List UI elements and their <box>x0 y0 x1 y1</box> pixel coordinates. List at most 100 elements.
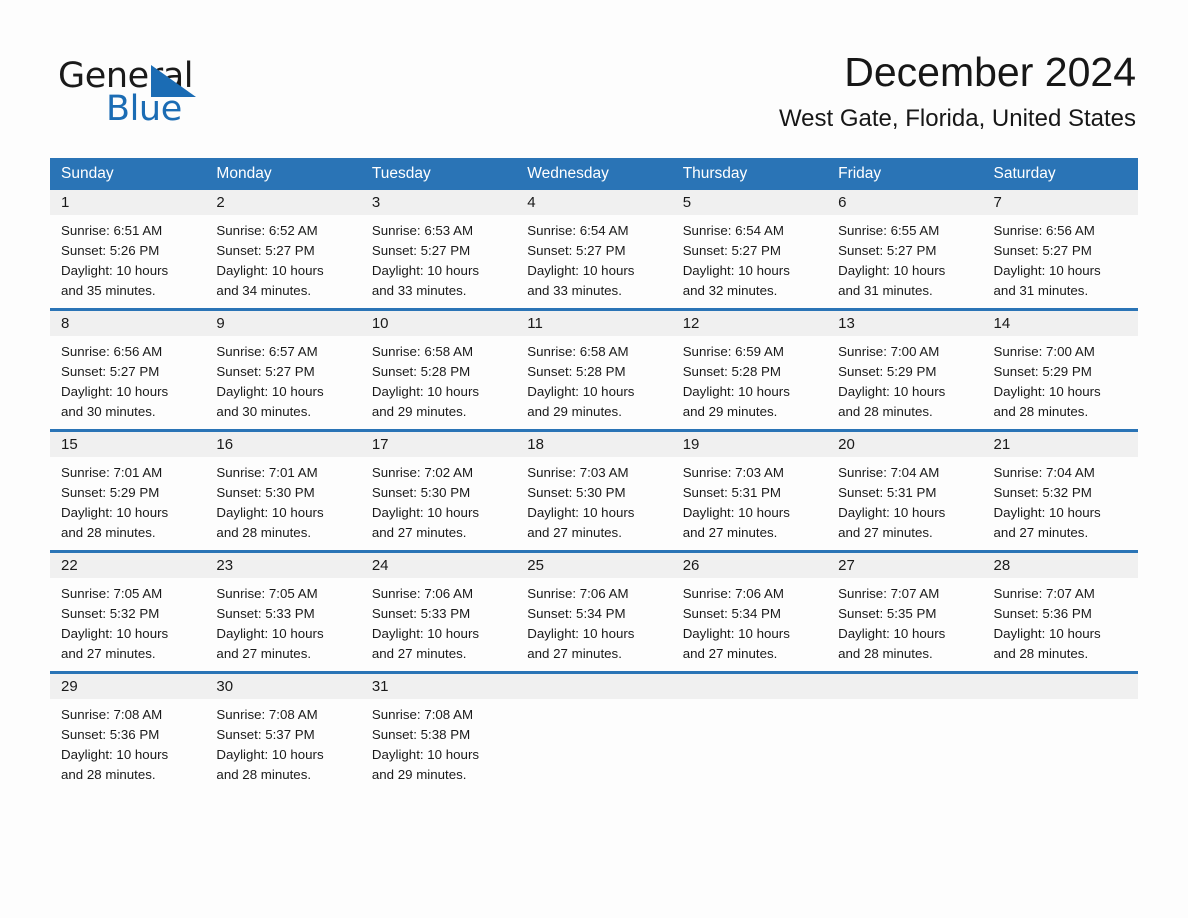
weekday-header-wednesday: Wednesday <box>527 165 609 182</box>
calendar-day-info: Sunrise: 7:02 AM Sunset: 5:30 PM Daylight:… <box>361 457 516 543</box>
daylight-text-line1: Daylight: 10 hours <box>993 505 1101 520</box>
calendar-day-cell[interactable]: 4 Sunrise: 6:54 AM Sunset: 5:27 PM Daylight… <box>516 190 672 303</box>
calendar-table: Sunday Monday Tuesday Wednesday Thursday… <box>50 158 1138 787</box>
sunset-text: Sunset: 5:27 PM <box>216 364 315 379</box>
calendar-day-cell[interactable]: 19 Sunrise: 7:03 AM Sunset: 5:31 PM Dayligh… <box>671 432 828 545</box>
daylight-text-line1: Daylight: 10 hours <box>993 626 1101 641</box>
calendar-day-info <box>672 699 827 705</box>
calendar-day-number: 25 <box>516 553 672 578</box>
calendar-day-cell[interactable]: 15 Sunrise: 7:01 AM Sunset: 5:29 PM Dayligh… <box>50 432 206 545</box>
calendar-day-cell[interactable]: 2 Sunrise: 6:52 AM Sunset: 5:27 PM Daylight… <box>205 190 361 303</box>
calendar-day-info: Sunrise: 7:03 AM Sunset: 5:31 PM Daylight:… <box>672 457 827 543</box>
daylight-text-line1: Daylight: 10 hours <box>61 384 169 399</box>
calendar-day-number: 5 <box>671 190 828 215</box>
calendar-day-info: Sunrise: 6:58 AM Sunset: 5:28 PM Daylight:… <box>361 336 516 422</box>
calendar-day-cell[interactable]: 20 Sunrise: 7:04 AM Sunset: 5:31 PM Dayligh… <box>827 432 983 545</box>
calendar-day-number: 27 <box>827 553 983 578</box>
calendar-day-cell[interactable]: 3 Sunrise: 6:53 AM Sunset: 5:27 PM Daylight… <box>360 190 517 303</box>
calendar-day-cell[interactable]: 30 Sunrise: 7:08 AM Sunset: 5:37 PM Dayligh… <box>205 674 361 787</box>
sunset-text: Sunset: 5:28 PM <box>682 364 781 379</box>
daylight-text-line1: Daylight: 10 hours <box>371 626 480 641</box>
daylight-text-line2: and 30 minutes. <box>61 404 156 419</box>
sunset-text: Sunset: 5:34 PM <box>682 606 781 621</box>
sunset-text: Sunset: 5:34 PM <box>527 606 626 621</box>
calendar-day-cell-empty <box>671 674 828 787</box>
sunset-text: Sunset: 5:26 PM <box>61 243 160 258</box>
calendar-day-number: 30 <box>205 674 361 699</box>
sunrise-text: Sunrise: 7:05 AM <box>61 586 163 601</box>
calendar-day-info <box>983 699 1138 705</box>
daylight-text-line1: Daylight: 10 hours <box>527 626 635 641</box>
calendar-day-cell[interactable]: 6 Sunrise: 6:55 AM Sunset: 5:27 PM Daylight… <box>827 190 983 303</box>
calendar-day-cell[interactable]: 31 Sunrise: 7:08 AM Sunset: 5:38 PM Dayligh… <box>360 674 517 787</box>
calendar-day-cell[interactable]: 29 Sunrise: 7:08 AM Sunset: 5:36 PM Dayligh… <box>50 674 206 787</box>
calendar-day-number: 23 <box>205 553 361 578</box>
logo-text-blue: Blue <box>106 89 182 129</box>
calendar-day-number: 28 <box>982 553 1138 578</box>
sunset-text: Sunset: 5:36 PM <box>61 727 160 742</box>
sunrise-text: Sunrise: 6:59 AM <box>682 344 784 359</box>
daylight-text-line1: Daylight: 10 hours <box>61 263 169 278</box>
calendar-day-cell-empty <box>827 674 983 787</box>
sunset-text: Sunset: 5:36 PM <box>993 606 1092 621</box>
weekday-header-friday: Friday <box>838 165 882 182</box>
daylight-text-line2: and 27 minutes. <box>527 525 622 540</box>
calendar-day-info: Sunrise: 7:03 AM Sunset: 5:30 PM Daylight:… <box>516 457 671 543</box>
calendar-day-number: 8 <box>50 311 206 336</box>
calendar-day-cell[interactable]: 8 Sunrise: 6:56 AM Sunset: 5:27 PM Daylight… <box>50 311 206 424</box>
daylight-text-line1: Daylight: 10 hours <box>838 626 946 641</box>
sunrise-text: Sunrise: 7:06 AM <box>527 586 629 601</box>
calendar-day-info: Sunrise: 6:59 AM Sunset: 5:28 PM Daylight:… <box>672 336 827 422</box>
calendar-day-cell[interactable]: 1 Sunrise: 6:51 AM Sunset: 5:26 PM Daylight… <box>50 190 206 303</box>
calendar-day-cell[interactable]: 18 Sunrise: 7:03 AM Sunset: 5:30 PM Dayligh… <box>516 432 672 545</box>
calendar-day-cell[interactable]: 5 Sunrise: 6:54 AM Sunset: 5:27 PM Daylight… <box>671 190 828 303</box>
calendar-day-cell[interactable]: 16 Sunrise: 7:01 AM Sunset: 5:30 PM Dayligh… <box>205 432 361 545</box>
sunset-text: Sunset: 5:27 PM <box>838 243 937 258</box>
daylight-text-line1: Daylight: 10 hours <box>216 505 324 520</box>
calendar-day-cell[interactable]: 9 Sunrise: 6:57 AM Sunset: 5:27 PM Daylight… <box>205 311 361 424</box>
calendar-day-cell[interactable]: 26 Sunrise: 7:06 AM Sunset: 5:34 PM Dayligh… <box>671 553 828 666</box>
daylight-text-line2: and 27 minutes. <box>371 646 467 661</box>
daylight-text-line2: and 34 minutes. <box>216 283 312 298</box>
calendar-day-info: Sunrise: 6:58 AM Sunset: 5:28 PM Daylight:… <box>516 336 671 422</box>
calendar-day-cell[interactable]: 22 Sunrise: 7:05 AM Sunset: 5:32 PM Dayligh… <box>50 553 206 666</box>
sunset-text: Sunset: 5:27 PM <box>682 243 781 258</box>
daylight-text-line2: and 27 minutes. <box>682 525 778 540</box>
sunrise-text: Sunrise: 6:51 AM <box>61 223 163 238</box>
calendar-day-number: 18 <box>516 432 672 457</box>
calendar-day-cell[interactable]: 21 Sunrise: 7:04 AM Sunset: 5:32 PM Dayligh… <box>982 432 1138 545</box>
sunset-text: Sunset: 5:37 PM <box>216 727 315 742</box>
calendar-day-number: 17 <box>360 432 517 457</box>
calendar-day-cell[interactable]: 14 Sunrise: 7:00 AM Sunset: 5:29 PM Dayligh… <box>982 311 1138 424</box>
daylight-text-line2: and 27 minutes. <box>527 646 622 661</box>
calendar-day-info: Sunrise: 7:07 AM Sunset: 5:35 PM Daylight:… <box>827 578 982 664</box>
calendar-day-cell[interactable]: 24 Sunrise: 7:06 AM Sunset: 5:33 PM Dayligh… <box>360 553 517 666</box>
calendar-day-number: 29 <box>50 674 206 699</box>
calendar-day-cell[interactable]: 11 Sunrise: 6:58 AM Sunset: 5:28 PM Dayligh… <box>516 311 672 424</box>
calendar-day-info <box>827 699 982 705</box>
daylight-text-line1: Daylight: 10 hours <box>61 747 169 762</box>
daylight-text-line2: and 28 minutes. <box>216 525 312 540</box>
calendar-day-cell[interactable]: 28 Sunrise: 7:07 AM Sunset: 5:36 PM Dayligh… <box>982 553 1138 666</box>
calendar-day-cell[interactable]: 12 Sunrise: 6:59 AM Sunset: 5:28 PM Dayligh… <box>671 311 828 424</box>
calendar-day-cell[interactable]: 25 Sunrise: 7:06 AM Sunset: 5:34 PM Dayligh… <box>516 553 672 666</box>
calendar-week-cells: 8 Sunrise: 6:56 AM Sunset: 5:27 PM Daylight… <box>50 311 1138 424</box>
calendar-day-cell[interactable]: 10 Sunrise: 6:58 AM Sunset: 5:28 PM Dayligh… <box>360 311 517 424</box>
calendar-week-cells: 15 Sunrise: 7:01 AM Sunset: 5:29 PM Dayligh… <box>50 432 1138 545</box>
sunset-text: Sunset: 5:32 PM <box>61 606 160 621</box>
calendar-day-info: Sunrise: 7:06 AM Sunset: 5:33 PM Daylight:… <box>361 578 516 664</box>
calendar-day-number <box>516 674 672 699</box>
sunset-text: Sunset: 5:31 PM <box>838 485 937 500</box>
calendar-day-cell[interactable]: 7 Sunrise: 6:56 AM Sunset: 5:27 PM Daylight… <box>982 190 1138 303</box>
calendar-day-cell[interactable]: 23 Sunrise: 7:05 AM Sunset: 5:33 PM Dayligh… <box>205 553 361 666</box>
sunrise-text: Sunrise: 7:01 AM <box>216 465 318 480</box>
daylight-text-line2: and 28 minutes. <box>838 646 933 661</box>
calendar-day-info: Sunrise: 6:56 AM Sunset: 5:27 PM Daylight:… <box>50 336 205 422</box>
calendar-day-cell[interactable]: 13 Sunrise: 7:00 AM Sunset: 5:29 PM Dayligh… <box>827 311 983 424</box>
calendar-day-number: 24 <box>360 553 517 578</box>
calendar-day-cell[interactable]: 17 Sunrise: 7:02 AM Sunset: 5:30 PM Dayligh… <box>360 432 517 545</box>
calendar-day-number: 7 <box>982 190 1138 215</box>
sunset-text: Sunset: 5:30 PM <box>527 485 626 500</box>
calendar-day-cell[interactable]: 27 Sunrise: 7:07 AM Sunset: 5:35 PM Dayligh… <box>827 553 983 666</box>
sunset-text: Sunset: 5:27 PM <box>61 364 160 379</box>
